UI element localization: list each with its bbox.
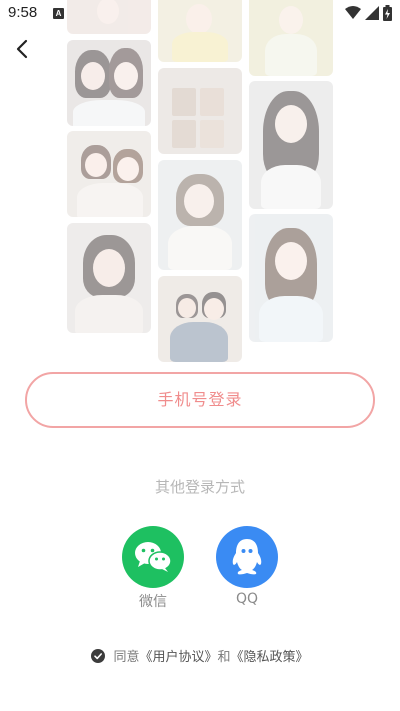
agree-conjunction: 和 [217, 650, 231, 665]
agreement-row: 同意《用户协议》和《隐私政策》 [0, 646, 400, 665]
battery-charging-icon [383, 5, 392, 21]
collage-photo [67, 40, 151, 126]
cell-signal-icon [365, 6, 379, 20]
back-button[interactable] [10, 36, 36, 62]
collage-photo [158, 276, 242, 362]
collage-photo [249, 81, 333, 209]
notification-a-icon: A [53, 8, 64, 19]
status-time: 9:58 [8, 4, 38, 21]
collage-photo [249, 214, 333, 342]
user-agreement-link[interactable]: 《用户协议》 [139, 650, 217, 665]
collage-photo [158, 160, 242, 270]
collage-photo [158, 68, 242, 154]
collage-photo [67, 131, 151, 217]
qq-label: QQ [235, 591, 259, 607]
wifi-icon [345, 6, 361, 19]
collage-photo [67, 223, 151, 333]
phone-login-button[interactable]: 手机号登录 [25, 372, 375, 428]
photo-collage [0, 0, 400, 365]
wechat-label: 微信 [139, 594, 167, 610]
status-icons [345, 5, 392, 21]
agree-prefix: 同意 [113, 650, 140, 665]
wechat-login-button[interactable]: 微信 [121, 526, 185, 611]
wechat-icon-circle [122, 526, 184, 588]
chevron-left-icon [16, 39, 28, 59]
qq-login-button[interactable]: QQ [215, 526, 279, 607]
status-bar: 9:58 A [0, 0, 400, 28]
agree-checkbox[interactable] [91, 649, 106, 663]
qq-icon [232, 539, 262, 575]
wechat-icon [135, 542, 172, 572]
checkmark-icon [94, 653, 103, 660]
other-login-title: 其他登录方式 [154, 478, 245, 496]
privacy-policy-link[interactable]: 《隐私政策》 [231, 650, 309, 665]
qq-icon-circle [216, 526, 278, 588]
